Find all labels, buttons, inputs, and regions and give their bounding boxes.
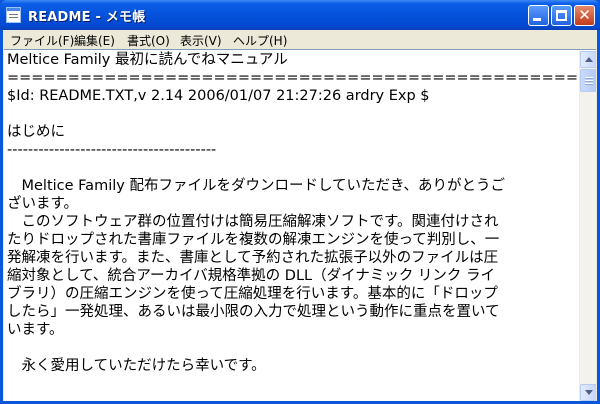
grip-line: [585, 77, 593, 78]
grip-line: [585, 80, 593, 81]
close-button[interactable]: ✕: [574, 5, 595, 26]
paragraph-line: このソフトウェア群の位置付けは簡易圧縮解凍ソフトです。関連付けされ: [7, 214, 499, 230]
menu-help[interactable]: ヘルプ(H): [233, 32, 287, 49]
close-icon: ✕: [578, 6, 591, 24]
paragraph-line: 縮対象として、統合アーカイバ規格準拠の DLL（ダイナミック リンク ライ: [7, 268, 496, 284]
text-editor[interactable]: Meltice Family 最初に読んでねマニュアル ============…: [4, 49, 596, 401]
grip-line: [585, 83, 593, 84]
paragraph-line: したら」一発処理、あるいは最小限の入力で処理という動作に重点を置いて: [7, 304, 500, 320]
minimize-icon: [533, 18, 541, 21]
paragraph-line: ブラリ）の圧縮エンジンを使って圧縮処理を行います。基本的に「ドロップ: [7, 286, 498, 302]
paragraph-line: Meltice Family 配布ファイルをダウンロードしていただき、ありがとう…: [7, 178, 505, 194]
section-title: はじめに: [7, 124, 65, 140]
client-area: ファイル(F) 編集(E) 書式(O) 表示(V) ヘルプ(H) Meltice…: [3, 30, 597, 401]
doc-rule: ========================================…: [7, 70, 578, 86]
paragraph-line: たりドロップされた書庫ファイルを複数の解凍エンジンを使って判別し、一: [7, 232, 500, 248]
maximize-button[interactable]: [551, 5, 572, 26]
scroll-up-arrow-icon: [585, 57, 593, 62]
scroll-thumb[interactable]: [580, 69, 596, 92]
menu-bar: ファイル(F) 編集(E) 書式(O) 表示(V) ヘルプ(H): [3, 30, 597, 48]
maximize-icon: [556, 10, 567, 21]
doc-rule: ----------------------------------------: [7, 142, 217, 158]
paragraph-line: います。: [7, 322, 64, 338]
doc-heading: Meltice Family 最初に読んでねマニュアル: [7, 52, 288, 68]
notepad-window: README - メモ帳 ✕ ファイル(F) 編集(E) 書式(O) 表示(V)…: [0, 0, 600, 404]
paragraph-line: 永く愛用していただけたら幸いです。: [7, 358, 266, 374]
menu-edit[interactable]: 編集(E): [74, 32, 115, 49]
scroll-down-button[interactable]: [580, 384, 596, 401]
document-text[interactable]: Meltice Family 最初に読んでねマニュアル ============…: [7, 51, 578, 396]
paragraph-line: 発解凍を行います。また、書庫として予約された拡張子以外のファイルは圧: [7, 250, 499, 266]
paragraph-line: ざいます。: [7, 196, 79, 212]
doc-id-line: $Id: README.TXT,v 2.14 2006/01/07 21:27:…: [7, 88, 430, 104]
minimize-button[interactable]: [528, 5, 549, 26]
menu-file[interactable]: ファイル(F): [10, 32, 74, 49]
vertical-scrollbar[interactable]: [579, 51, 596, 401]
notepad-icon[interactable]: [6, 7, 21, 23]
title-bar[interactable]: README - メモ帳 ✕: [0, 0, 600, 30]
menu-format[interactable]: 書式(O): [127, 32, 170, 49]
menu-view[interactable]: 表示(V): [180, 32, 222, 49]
scroll-up-button[interactable]: [580, 51, 596, 68]
scroll-down-arrow-icon: [585, 390, 593, 395]
window-title: README - メモ帳: [28, 10, 146, 25]
